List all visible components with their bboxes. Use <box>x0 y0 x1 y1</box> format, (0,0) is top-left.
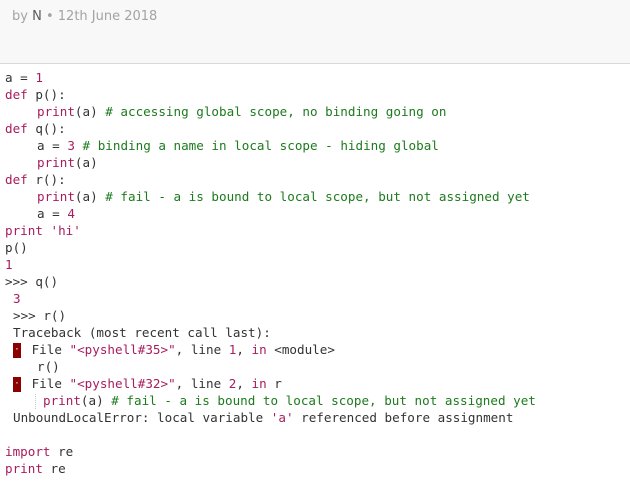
code-line: · File "<pyshell#35>", line 1, in <modul… <box>13 342 335 358</box>
code-line: 3 <box>13 291 21 306</box>
author-link[interactable]: N <box>32 9 42 24</box>
code-line: def p(): <box>5 87 66 102</box>
code-line: def r(): <box>5 172 66 187</box>
post-meta-bar: by N • 12th June 2018 <box>0 0 630 64</box>
indent-guide <box>35 394 37 409</box>
post-date: 12th June 2018 <box>57 9 158 24</box>
code-line: a = 1 <box>5 70 43 85</box>
code-line: print 'hi' <box>5 223 81 238</box>
code-line: print(a) # accessing global scope, no bi… <box>37 104 447 119</box>
code-line: print(a) <box>37 155 98 170</box>
code-line: def q(): <box>5 121 66 136</box>
post-meta: by N • 12th June 2018 <box>12 9 157 24</box>
author-prefix: by <box>12 9 28 24</box>
code-block: a = 1 def p(): print(a) # accessing glob… <box>0 69 630 477</box>
code-line: 1 <box>5 257 13 272</box>
error-marker-icon: · <box>13 343 21 358</box>
code-line: a = 4 <box>37 206 75 221</box>
code-line: >>> q() <box>5 274 59 289</box>
code-line: a = 3 # binding a name in local scope - … <box>37 138 439 153</box>
code-line: >>> r() <box>13 308 67 323</box>
code-line: print(a) # fail - a is bound to local sc… <box>37 189 530 204</box>
code-line: p() <box>5 240 28 255</box>
code-line: Traceback (most recent call last): <box>13 325 271 340</box>
meta-separator: • <box>45 9 54 24</box>
code-line: r() <box>37 359 60 374</box>
error-marker-icon: · <box>13 377 21 392</box>
code-line: print(a) # fail - a is bound to local sc… <box>0 392 630 409</box>
code-line: UnboundLocalError: local variable 'a' re… <box>13 410 514 425</box>
code-line: print re <box>5 461 66 476</box>
code-line: · File "<pyshell#32>", line 2, in r <box>13 376 282 392</box>
code-line: import re <box>5 444 74 459</box>
page: by N • 12th June 2018 a = 1 def p(): pri… <box>0 0 630 500</box>
